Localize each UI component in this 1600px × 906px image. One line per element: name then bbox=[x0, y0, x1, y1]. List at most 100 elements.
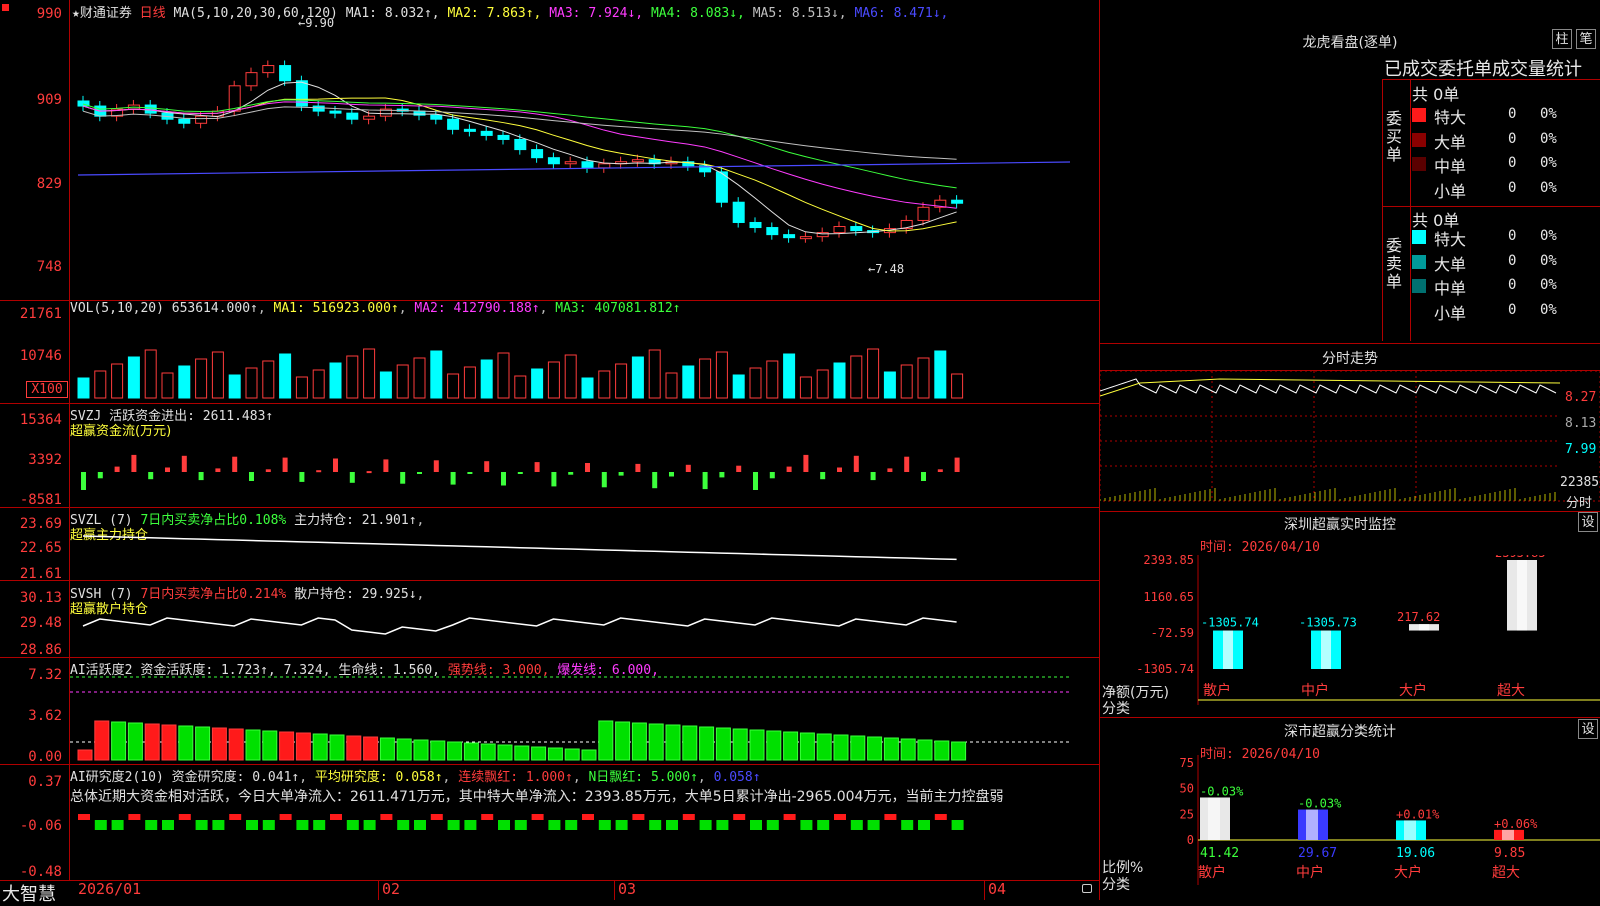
sell-group-label: 委卖单 bbox=[1386, 236, 1403, 291]
volume-bar bbox=[883, 371, 896, 399]
activity-bar bbox=[262, 730, 278, 761]
fund-flow-bar bbox=[820, 472, 826, 480]
activity-bar bbox=[850, 735, 866, 761]
tick-view-button[interactable]: 笔 bbox=[1576, 29, 1596, 49]
research-bar bbox=[582, 814, 594, 820]
order-color-swatch bbox=[1412, 279, 1426, 293]
fund-flow-bar bbox=[618, 472, 624, 476]
activity-bar bbox=[279, 731, 295, 761]
monitor-value-label: -1305.73 bbox=[1299, 616, 1357, 630]
monitor-bar-highlight bbox=[1419, 624, 1429, 631]
volume-bar bbox=[732, 374, 745, 399]
activity-bar bbox=[379, 737, 395, 761]
research-axis-label: -0.06 bbox=[19, 818, 62, 834]
classify-category: 中户 bbox=[1296, 864, 1324, 881]
classify-bar-highlight bbox=[1208, 797, 1220, 840]
research-bar bbox=[649, 820, 662, 830]
dragon-tiger-tabs[interactable]: 已成交委托单成交量统计 bbox=[1384, 55, 1582, 81]
research-bar bbox=[598, 820, 611, 830]
lock-icon[interactable] bbox=[1082, 884, 1092, 893]
order-color-swatch bbox=[1412, 157, 1426, 171]
order-size-label: 特大 bbox=[1434, 108, 1467, 127]
fund-flow-bar bbox=[81, 472, 86, 490]
volume-bar bbox=[665, 372, 678, 399]
monitor-bar-chart[interactable]: 2393.85 1160.65 -72.59 -1305.74 -1305.74 散户 -1… bbox=[1100, 555, 1600, 715]
research-bar bbox=[800, 820, 813, 830]
activity-bar bbox=[665, 724, 681, 761]
classify-value-label: 19.06 bbox=[1396, 846, 1435, 861]
fund-flow-bar bbox=[366, 471, 372, 474]
research-bar bbox=[934, 814, 947, 820]
monitor-y-tick: -1305.74 bbox=[1136, 662, 1194, 676]
monitor-settings-button[interactable]: 设 bbox=[1578, 512, 1598, 532]
activity-bar bbox=[228, 728, 244, 761]
research-bar bbox=[867, 820, 880, 830]
fund-flow-bar bbox=[803, 454, 809, 472]
research-bar bbox=[128, 814, 141, 820]
classify-settings-button[interactable]: 设 bbox=[1578, 719, 1598, 739]
candle-body bbox=[144, 104, 157, 114]
research-bar bbox=[380, 814, 393, 820]
fund-flow-bar bbox=[114, 466, 120, 472]
svzl-axis-label: 21.61 bbox=[19, 566, 62, 582]
svzj-axis-label: 3392 bbox=[28, 452, 62, 468]
intraday-price-label: 7.99 bbox=[1565, 442, 1597, 457]
order-size-label: 大单 bbox=[1434, 132, 1467, 152]
moving-average-line bbox=[82, 101, 957, 209]
monitor-value-label: -1305.74 bbox=[1201, 616, 1259, 630]
activity-bar bbox=[413, 739, 429, 761]
activity-axis-label: 7.32 bbox=[28, 667, 62, 683]
research-bar bbox=[262, 820, 275, 830]
order-color-swatch bbox=[1412, 132, 1426, 147]
monitor-bar-highlight bbox=[1321, 630, 1331, 669]
candle-body bbox=[951, 199, 964, 204]
volume-bar bbox=[951, 373, 964, 399]
fund-flow-bar bbox=[534, 462, 540, 472]
research-bar bbox=[178, 814, 191, 820]
research-bar bbox=[750, 820, 762, 830]
classify-y-tick: 50 bbox=[1180, 782, 1194, 796]
classify-bar-chart[interactable]: 75 50 25 0 -0.03% 41.42 散户 -0.03% 29.67 中户 +0.01% 1… bbox=[1100, 755, 1600, 900]
order-size-label: 小单 bbox=[1434, 181, 1467, 201]
intraday-price-label: 8.13 bbox=[1565, 416, 1597, 431]
activity-bar bbox=[900, 738, 916, 761]
order-percent: 0% bbox=[1540, 106, 1557, 122]
research-bar bbox=[363, 820, 376, 830]
volume-bar bbox=[682, 365, 695, 399]
svzl-axis-label: 23.69 bbox=[19, 516, 62, 532]
candle-body bbox=[312, 105, 325, 112]
candle-body bbox=[598, 163, 611, 169]
column-view-button[interactable]: 柱 bbox=[1552, 29, 1572, 49]
fund-flow-bar bbox=[786, 466, 792, 472]
candle-body bbox=[329, 110, 342, 114]
monitor-y-tick: 2393.85 bbox=[1143, 555, 1194, 567]
activity-bar bbox=[144, 723, 160, 761]
volume-bar bbox=[463, 366, 476, 399]
classify-title: 深市超赢分类统计 bbox=[1284, 724, 1396, 740]
classify-change-label: +0.06% bbox=[1494, 817, 1538, 831]
order-size-label: 中单 bbox=[1434, 279, 1467, 298]
main-chart-area[interactable]: 990 909 829 748 21761 10746 X100 15364 3… bbox=[0, 0, 1100, 905]
order-color-swatch bbox=[1412, 254, 1426, 269]
volume-bar bbox=[867, 348, 880, 399]
activity-bar bbox=[648, 723, 664, 761]
volume-bar bbox=[531, 368, 544, 399]
activity-bar bbox=[799, 732, 815, 761]
candle-body bbox=[631, 159, 644, 163]
monitor-y-tick: 1160.65 bbox=[1143, 590, 1194, 604]
activity-bar bbox=[127, 722, 143, 761]
research-bar bbox=[514, 820, 527, 830]
order-percent: 0% bbox=[1540, 301, 1557, 318]
research-bar bbox=[279, 814, 292, 820]
activity-bar bbox=[598, 720, 614, 761]
fund-flow-bar bbox=[265, 469, 271, 472]
monitor-bar-highlight bbox=[1223, 630, 1233, 669]
research-bar bbox=[111, 820, 124, 830]
volume-bar bbox=[379, 371, 392, 399]
intraday-chart[interactable] bbox=[1100, 371, 1600, 511]
activity-bar bbox=[245, 729, 261, 761]
activity-bar bbox=[346, 735, 362, 761]
candlestick-chart[interactable] bbox=[70, 0, 1099, 880]
research-bar bbox=[162, 820, 174, 830]
research-bar bbox=[229, 814, 242, 820]
